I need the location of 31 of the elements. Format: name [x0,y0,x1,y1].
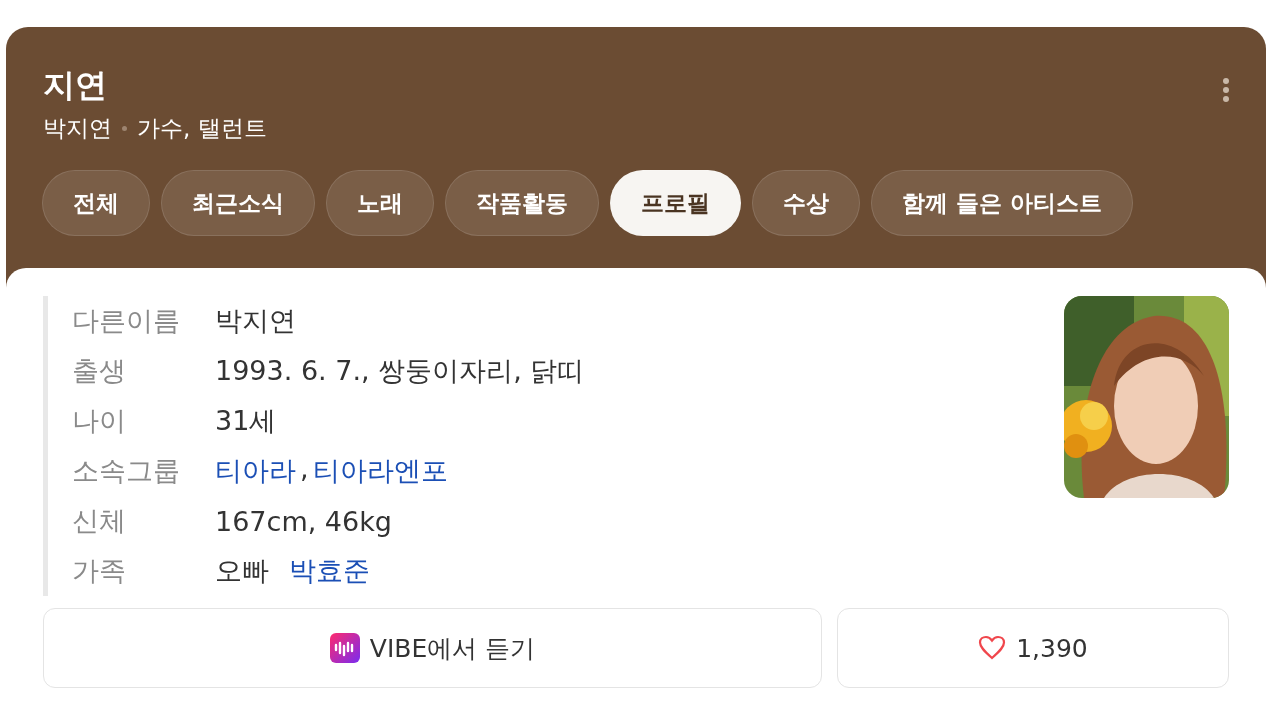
field-label: 신체 [72,504,127,538]
separator-dot-icon [122,126,127,131]
tab[interactable]: 수상 [752,170,860,236]
field-label: 나이 [72,404,127,438]
field-label: 소속그룹 [72,454,181,488]
link[interactable]: 박효준 [289,553,370,589]
tab[interactable]: 함께 들은 아티스트 [871,170,1133,236]
field-value: 167cm, 46kg [215,505,392,537]
tab[interactable]: 전체 [42,170,150,236]
subtitle-text: 가수, 탤런트 [137,114,267,143]
link[interactable]: 티아라 [215,453,296,489]
artist-name: 지연 [43,65,108,105]
field-value: , [300,453,309,486]
field-value: 오빠 [215,554,269,588]
field-value: 1993. 6. 7., 쌍둥이자리, 닭띠 [215,354,585,388]
tab[interactable]: 노래 [326,170,434,236]
listen-button[interactable]: VIBE에서 듣기 [43,608,822,688]
heart-icon [978,635,1007,661]
like-button[interactable]: 1,390 [837,608,1229,688]
field-value: 31세 [215,404,277,438]
field-label: 가족 [72,554,127,588]
field-label: 다른이름 [72,304,181,338]
subtitle-text: 박지연 [43,114,112,143]
more-options-icon[interactable] [1222,77,1230,103]
music-app-icon [329,633,360,663]
tab[interactable]: 최근소식 [161,170,315,236]
tab[interactable]: 작품활동 [445,170,599,236]
field-label: 출생 [72,354,127,388]
field-value: 박지연 [215,304,296,338]
tab[interactable]: 프로필 [610,170,741,236]
link[interactable]: 티아라엔포 [312,453,448,489]
